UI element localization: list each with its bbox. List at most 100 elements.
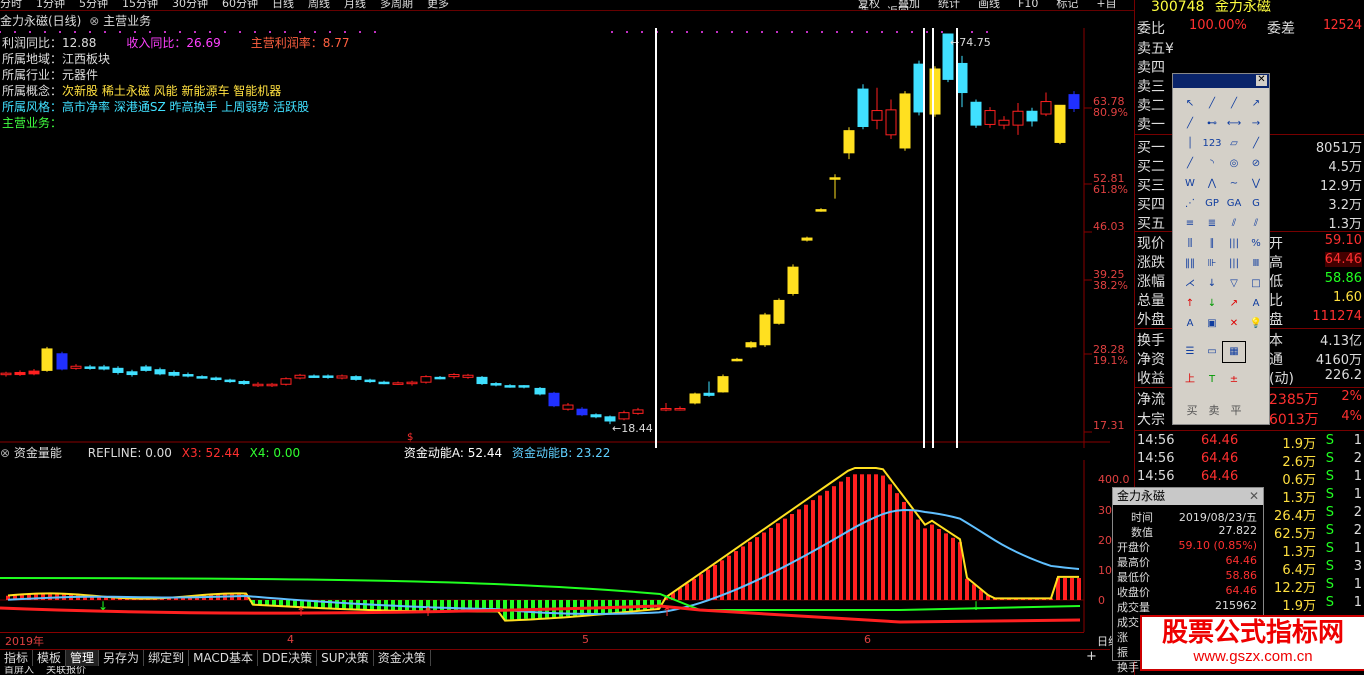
- rect-icon[interactable]: □: [1245, 274, 1267, 294]
- fib-channel-icon[interactable]: ⫽: [1245, 214, 1267, 234]
- square-icon[interactable]: ▣: [1201, 314, 1223, 334]
- time-zone-icon[interactable]: ‖‖: [1179, 254, 1201, 274]
- wave2-icon[interactable]: ⋁: [1245, 174, 1267, 194]
- menu-right-item-5[interactable]: 标记: [1056, 0, 1078, 10]
- menu-item-8[interactable]: 月线: [344, 0, 366, 10]
- cycle-icon[interactable]: ∥: [1201, 234, 1223, 254]
- text-alt-icon[interactable]: A: [1179, 314, 1201, 334]
- flat-mark-icon[interactable]: ±: [1223, 370, 1245, 390]
- menu-right-item-2[interactable]: 统计: [938, 0, 960, 10]
- popup-close-button[interactable]: ✕: [1249, 489, 1259, 503]
- wave-icon[interactable]: W: [1179, 174, 1201, 194]
- tab-6[interactable]: DDE决策: [258, 650, 318, 666]
- curve-icon[interactable]: ∼: [1223, 174, 1245, 194]
- tab-1[interactable]: 模板: [33, 650, 67, 666]
- tick-count: 1: [1353, 595, 1362, 610]
- candle-body: [731, 358, 743, 362]
- tab-7[interactable]: SUP决策: [317, 650, 374, 666]
- arc-icon[interactable]: ◝: [1201, 154, 1223, 174]
- menu-item-1[interactable]: 1分钟: [36, 0, 65, 10]
- down-arrow-icon[interactable]: ↓: [1201, 274, 1223, 294]
- buy-mark-icon[interactable]: 上: [1179, 370, 1201, 390]
- histogram-bar: [783, 518, 787, 600]
- candle-body: [787, 266, 799, 294]
- percent-icon[interactable]: %: [1245, 234, 1267, 254]
- toolbox-titlebar[interactable]: [1173, 74, 1269, 88]
- trendline-icon[interactable]: ╱: [1179, 114, 1201, 134]
- x-delete-icon[interactable]: ✕: [1223, 314, 1245, 334]
- menu-right-item-7[interactable]: 返回: [887, 5, 909, 10]
- tab-0[interactable]: 指标: [0, 650, 34, 666]
- gann-box-icon[interactable]: G: [1245, 194, 1267, 214]
- ruler-icon[interactable]: ▭: [1201, 342, 1223, 362]
- tab-3[interactable]: 另存为: [99, 650, 145, 666]
- segment-icon[interactable]: ⊷: [1201, 114, 1223, 134]
- price-label-icon[interactable]: 123: [1201, 134, 1223, 154]
- price-chart[interactable]: ←74.75←18.44$◇◇⊗: [0, 28, 1110, 448]
- tab-8[interactable]: 资金决策: [374, 650, 431, 666]
- subtitle-toggle-icon[interactable]: ⊗: [89, 14, 99, 28]
- period-icon[interactable]: ⫼: [1179, 234, 1201, 254]
- bars-icon[interactable]: |||: [1223, 234, 1245, 254]
- histogram-bar: [272, 600, 276, 606]
- down-green-icon[interactable]: ↓: [1201, 294, 1223, 314]
- sell-mark-icon[interactable]: T: [1201, 370, 1223, 390]
- screen-icon[interactable]: ▦: [1222, 341, 1246, 363]
- blank-icon[interactable]: [1245, 334, 1267, 354]
- lines-icon[interactable]: Ⅲ: [1245, 254, 1267, 274]
- menu-item-0[interactable]: 分时: [0, 0, 22, 10]
- list-icon[interactable]: ☰: [1179, 342, 1201, 362]
- candle-body: [1054, 104, 1066, 143]
- gann-angle-icon[interactable]: GA: [1223, 194, 1245, 214]
- ray-icon[interactable]: ╱: [1223, 94, 1245, 114]
- parallel-icon[interactable]: ╱: [1245, 134, 1267, 154]
- fib-arc-icon[interactable]: ⫽: [1223, 214, 1245, 234]
- menu-item-9[interactable]: 多周期: [380, 0, 413, 10]
- diag-icon[interactable]: ╱: [1179, 154, 1201, 174]
- zigzag-icon[interactable]: ⋀: [1201, 174, 1223, 194]
- status-item-0[interactable]: 首屏入: [4, 666, 34, 675]
- arrow-line-icon[interactable]: ↗: [1245, 94, 1267, 114]
- status-item-1[interactable]: 关联报价: [46, 666, 86, 675]
- fib-icon[interactable]: ≡: [1179, 214, 1201, 234]
- vline-icon[interactable]: │: [1179, 134, 1201, 154]
- timeline-icon[interactable]: ⊪: [1201, 254, 1223, 274]
- hline-icon[interactable]: ⟷: [1223, 114, 1245, 134]
- up-arrow-icon[interactable]: ↑: [1179, 294, 1201, 314]
- menu-item-5[interactable]: 60分钟: [222, 0, 258, 10]
- text-icon[interactable]: A: [1245, 294, 1267, 314]
- menu-item-7[interactable]: 周线: [308, 0, 330, 10]
- grid-lines-icon[interactable]: |||: [1223, 254, 1245, 274]
- blank2-icon[interactable]: [1245, 362, 1267, 382]
- fib-fan-icon[interactable]: ≣: [1201, 214, 1223, 234]
- hray-icon[interactable]: →: [1245, 114, 1267, 134]
- tab-2[interactable]: 管理: [66, 650, 100, 666]
- menu-item-10[interactable]: 更多: [427, 0, 449, 10]
- tab-4[interactable]: 绑定到: [144, 650, 190, 666]
- speed-icon[interactable]: ⋌: [1179, 274, 1201, 294]
- signal-dot: [299, 31, 301, 33]
- channel-icon[interactable]: ▱: [1223, 134, 1245, 154]
- menu-item-3[interactable]: 15分钟: [122, 0, 158, 10]
- menu-item-2[interactable]: 5分钟: [79, 0, 108, 10]
- tab-5[interactable]: MACD基本: [189, 650, 259, 666]
- menu-item-4[interactable]: 30分钟: [172, 0, 208, 10]
- add-tab-button[interactable]: +: [1086, 649, 1097, 664]
- menu-right-item-3[interactable]: 画线: [978, 0, 1000, 10]
- line-icon[interactable]: ╱: [1201, 94, 1223, 114]
- light-icon[interactable]: 💡: [1245, 314, 1267, 334]
- drawing-toolbox[interactable]: ✕ ↖ ╱ ╱ ↗╱ ⊷ ⟷ →│ 123 ▱ ╱╱ ◝ ◎ ⊘W ⋀ ∼ ⋁⋰ GP GA G≡ ≣ ⫽ ⫽⫼ ∥ |||%…: [1172, 73, 1270, 425]
- menu-item-6[interactable]: 日线: [272, 0, 294, 10]
- fan-icon[interactable]: ⋰: [1179, 194, 1201, 214]
- target-icon[interactable]: ⊘: [1245, 154, 1267, 174]
- toolbox-close-button[interactable]: ✕: [1256, 75, 1267, 86]
- triangle-icon[interactable]: ▽: [1223, 274, 1245, 294]
- candle-body: [168, 371, 180, 376]
- circle-icon[interactable]: ◎: [1223, 154, 1245, 174]
- slash-arrow-icon[interactable]: ↗: [1223, 294, 1245, 314]
- indicator-chart[interactable]: ↓ ↑ ↑ ↑ ↓: [0, 460, 1110, 632]
- gann-grid-icon[interactable]: GP: [1201, 194, 1223, 214]
- indicator-toggle-icon[interactable]: ⊗: [0, 446, 10, 460]
- menu-right-item-4[interactable]: F10: [1018, 0, 1038, 10]
- cursor-icon[interactable]: ↖: [1179, 94, 1201, 114]
